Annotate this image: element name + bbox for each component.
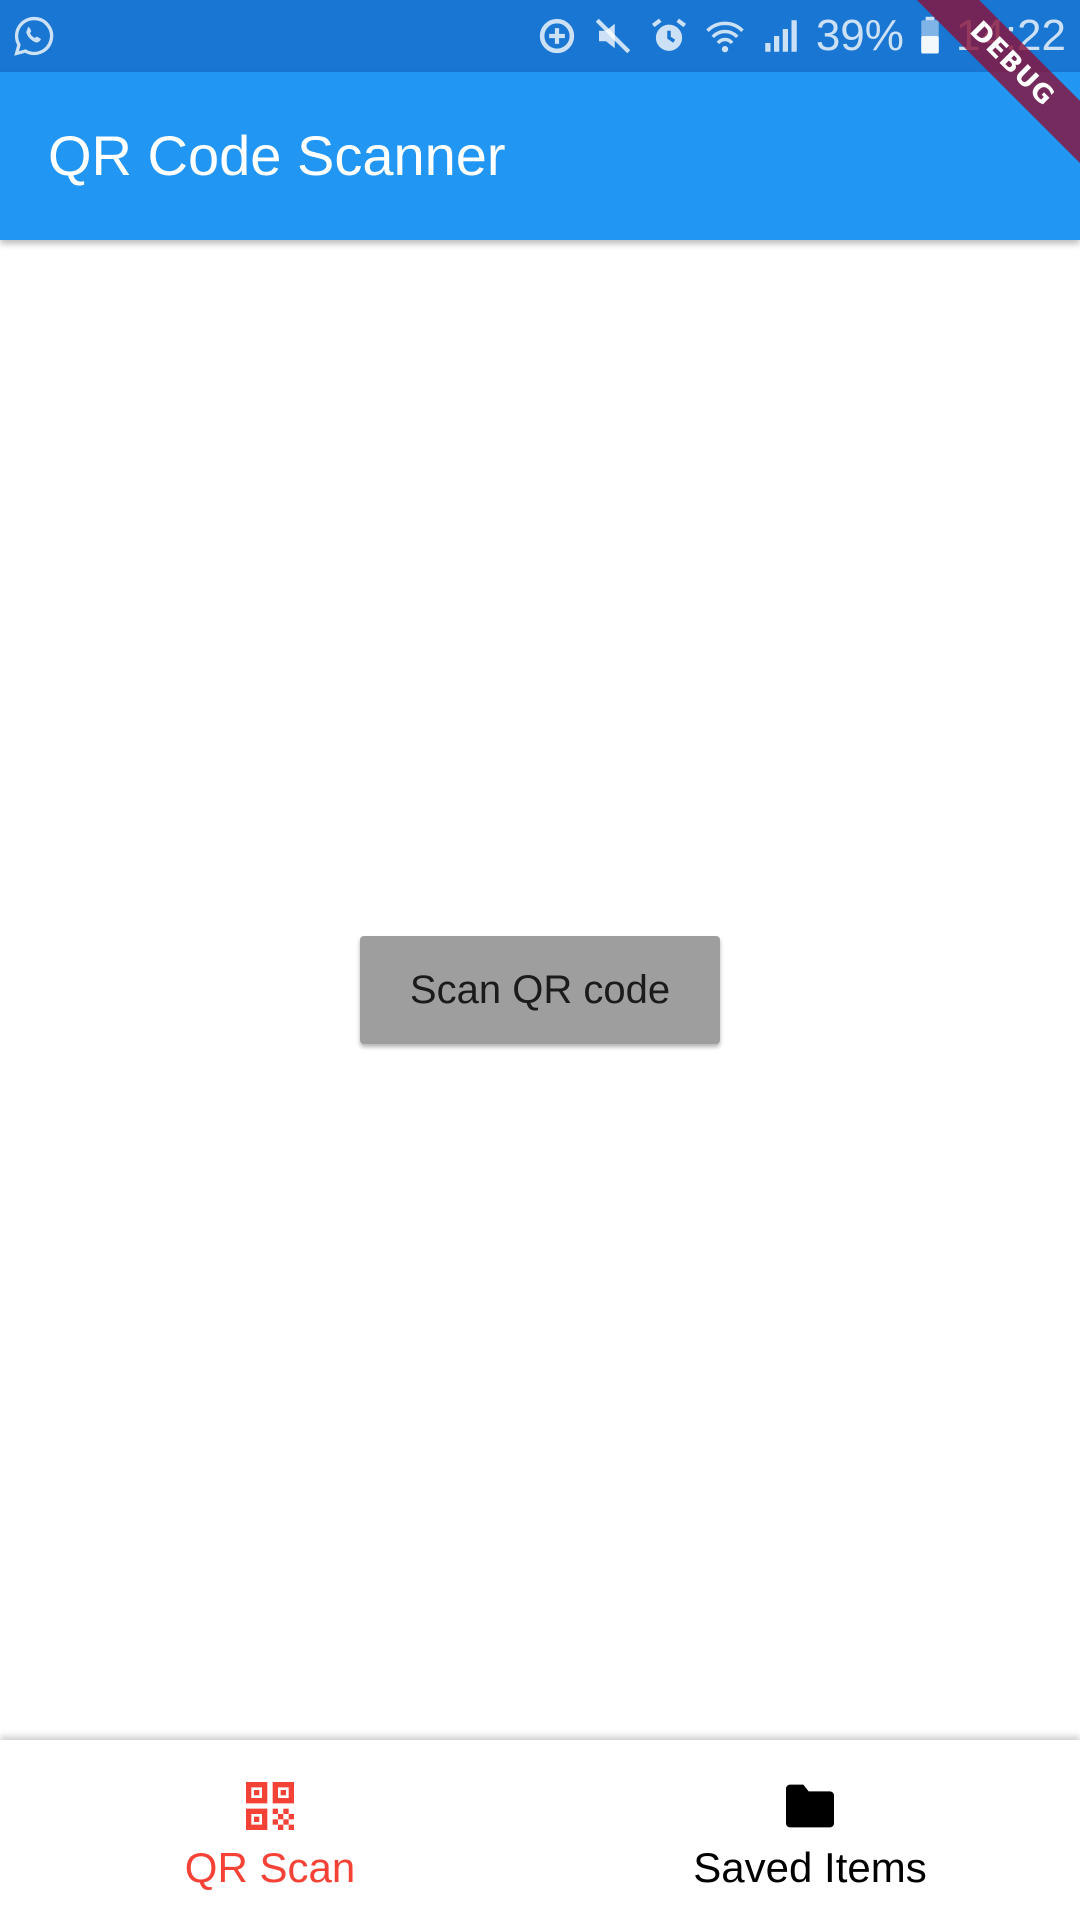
whatsapp-icon — [12, 14, 56, 58]
battery-percent: 39% — [815, 11, 904, 60]
page-title: QR Code Scanner — [48, 124, 506, 187]
data-saver-icon — [536, 15, 578, 57]
nav-item-saved-items[interactable]: Saved Items — [540, 1740, 1080, 1920]
bottom-navigation: QR Scan Saved Items — [0, 1740, 1080, 1920]
mute-icon — [592, 15, 634, 57]
nav-label-qr-scan: QR Scan — [184, 1844, 356, 1891]
wifi-icon — [704, 15, 746, 57]
alarm-icon — [648, 15, 690, 57]
status-icons: 39% 14:22 — [536, 0, 1066, 72]
signal-icon — [760, 15, 802, 57]
status-bar: 39% 14:22 — [0, 0, 1080, 72]
clock: 14:22 — [955, 11, 1066, 60]
scan-qr-code-button[interactable]: Scan QR code — [360, 936, 720, 1044]
main-content: Scan QR code — [0, 240, 1080, 1740]
qr-code-icon — [238, 1774, 302, 1838]
nav-item-qr-scan[interactable]: QR Scan — [0, 1740, 540, 1920]
nav-label-saved-items: Saved Items — [693, 1844, 927, 1891]
app-screen: 39% 14:22 QR Code Scanner DEBUG Scan QR … — [0, 0, 1080, 1920]
folder-icon — [778, 1774, 842, 1838]
battery-icon — [918, 15, 942, 57]
app-bar: QR Code Scanner — [0, 72, 1080, 240]
